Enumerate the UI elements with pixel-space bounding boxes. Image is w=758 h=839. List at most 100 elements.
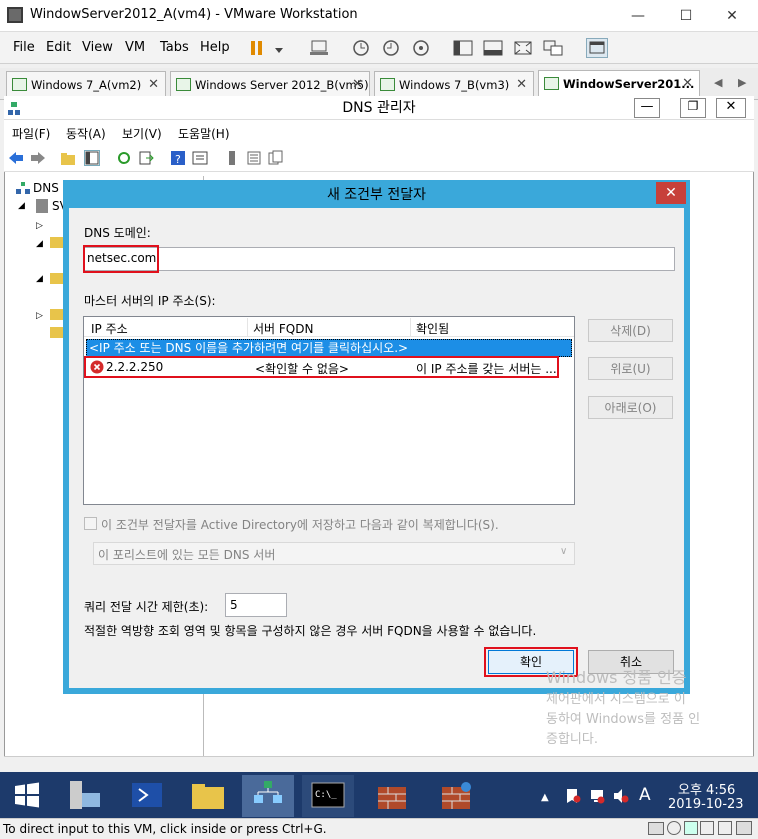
tab-scroll-left-icon[interactable]: ◀	[714, 76, 722, 89]
close-icon[interactable]: ✕	[682, 71, 693, 97]
ime-indicator[interactable]: A	[639, 785, 651, 805]
tab-scroll-right-icon[interactable]: ▶	[738, 76, 746, 89]
copy-icon[interactable]	[268, 150, 284, 166]
usb-icon[interactable]	[700, 821, 714, 835]
dns-menubar	[4, 120, 754, 144]
horizontal-scrollbar[interactable]	[4, 756, 754, 772]
snapshot-manager-icon[interactable]	[410, 38, 432, 58]
row-ip-address[interactable]: 2.2.2.250	[106, 360, 163, 374]
tree-collapse-icon[interactable]: ▷	[36, 221, 43, 231]
file-explorer-icon[interactable]	[182, 775, 234, 817]
row-verified-status: 이 IP 주소를 갖는 서버는 ...	[416, 362, 557, 376]
menu-tabs[interactable]: Tabs	[160, 40, 189, 55]
close-icon[interactable]: ✕	[148, 72, 159, 98]
ad-replication-scope-value: 이 포리스트에 있는 모든 DNS 서버	[98, 548, 276, 562]
tree-expand-icon[interactable]: ◢	[18, 201, 25, 211]
console-view-icon[interactable]	[586, 38, 608, 58]
row-server-fqdn: <확인할 수 없음>	[255, 362, 349, 376]
dns-close-button[interactable]: ✕	[716, 98, 746, 118]
server-manager-icon[interactable]	[58, 775, 110, 817]
vm-tab-label: Windows 7_A(vm2)	[31, 78, 142, 92]
vm-status-bar: To direct input to this VM, click inside…	[0, 818, 758, 839]
dns-menu-action[interactable]: 동작(A)	[66, 125, 106, 142]
revert-snapshot-icon[interactable]	[380, 38, 402, 58]
dialog-close-button[interactable]: ✕	[656, 182, 686, 204]
dns-node-icon	[16, 182, 30, 194]
dns-minimize-button[interactable]: —	[634, 98, 660, 118]
powershell-icon[interactable]	[122, 775, 174, 817]
delete-button[interactable]: 삭제(D)	[588, 319, 673, 342]
column-server-fqdn[interactable]: 서버 FQDN	[253, 320, 313, 337]
back-arrow-icon[interactable]	[8, 150, 24, 166]
snapshot-icon[interactable]	[350, 38, 372, 58]
move-down-button[interactable]: 아래로(O)	[588, 396, 673, 419]
show-tree-icon[interactable]	[84, 150, 100, 166]
refresh-icon[interactable]	[116, 150, 132, 166]
forward-arrow-icon[interactable]	[30, 150, 46, 166]
firewall-advanced-icon[interactable]	[430, 775, 482, 817]
dns-menu-file[interactable]: 파일(F)	[12, 125, 50, 142]
full-screen-icon[interactable]	[512, 38, 534, 58]
tree-expand-icon[interactable]: ◢	[36, 239, 43, 249]
dns-menu-help[interactable]: 도움말(H)	[178, 125, 230, 142]
move-up-button[interactable]: 위로(U)	[588, 357, 673, 380]
tree-root-dns[interactable]: DNS	[33, 181, 59, 195]
menu-file[interactable]: File	[13, 40, 35, 55]
chevron-down-icon[interactable]	[274, 44, 284, 53]
windows-start-icon[interactable]	[14, 782, 40, 808]
tree-expand-icon[interactable]: ◢	[36, 274, 43, 284]
column-verified[interactable]: 확인됨	[416, 320, 449, 337]
thumbnail-bar-icon[interactable]	[482, 38, 504, 58]
dns-domain-field[interactable]	[83, 247, 675, 271]
vm-icon	[544, 77, 559, 90]
unity-icon[interactable]	[542, 38, 564, 58]
show-library-icon[interactable]	[452, 38, 474, 58]
vm-tab-windows7-a[interactable]: Windows 7_A(vm2) ✕	[6, 71, 166, 99]
menu-vm[interactable]: VM	[125, 40, 145, 55]
firewall-icon[interactable]	[366, 775, 418, 817]
dns-restore-button[interactable]: ❐	[680, 98, 706, 118]
dns-manager-taskbar-icon[interactable]	[242, 775, 294, 817]
close-icon[interactable]: ✕	[352, 72, 363, 98]
close-icon[interactable]: ✕	[516, 72, 527, 98]
maximize-button[interactable]: ☐	[666, 4, 706, 28]
export-icon[interactable]	[138, 150, 154, 166]
command-prompt-icon[interactable]: C:\_	[302, 775, 354, 817]
clock-time[interactable]: 오후 4:56	[678, 779, 735, 798]
menu-edit[interactable]: Edit	[46, 40, 71, 55]
network-adapter-icon[interactable]	[684, 821, 698, 835]
vm-tab-server2012-b[interactable]: Windows Server 2012_B(vm5) ✕	[170, 71, 370, 99]
menu-view[interactable]: View	[82, 40, 113, 55]
minimize-button[interactable]: —	[618, 4, 658, 28]
server-icon[interactable]	[224, 150, 240, 166]
cd-dvd-icon[interactable]	[667, 821, 681, 835]
help-icon[interactable]: ?	[170, 150, 186, 166]
close-button[interactable]: ✕	[712, 4, 752, 28]
pause-icon[interactable]	[250, 40, 264, 56]
tree-collapse-icon[interactable]: ▷	[36, 311, 43, 321]
volume-icon[interactable]	[613, 788, 629, 804]
folder-up-icon[interactable]	[60, 150, 76, 166]
vm-tab-windows7-b[interactable]: Windows 7_B(vm3) ✕	[374, 71, 534, 99]
network-icon[interactable]	[589, 788, 605, 804]
vm-tab-label: Windows Server 2012_B(vm5)	[195, 78, 369, 92]
menu-help[interactable]: Help	[200, 40, 230, 55]
dns-menu-view[interactable]: 보기(V)	[122, 125, 162, 142]
sound-card-icon[interactable]	[718, 821, 732, 835]
list-icon[interactable]	[246, 150, 262, 166]
add-ip-hint-row[interactable]: <IP 주소 또는 DNS 이름을 추가하려면 여기를 클릭하십시오.>	[86, 339, 572, 357]
clock-date[interactable]: 2019-10-23	[668, 797, 744, 812]
chevron-down-icon[interactable]: ∨	[560, 546, 567, 557]
display-icon[interactable]	[736, 821, 752, 835]
column-ip-address[interactable]: IP 주소	[91, 320, 128, 337]
folder-icon	[50, 309, 64, 320]
ad-store-checkbox[interactable]	[84, 517, 97, 530]
activation-watermark-title: Windows 정품 인증	[546, 668, 687, 687]
timeout-label: 쿼리 전달 시간 제한(초):	[84, 600, 209, 614]
action-center-icon[interactable]	[565, 788, 581, 804]
send-ctrl-alt-del-icon[interactable]	[308, 38, 330, 58]
properties-icon[interactable]	[192, 150, 208, 166]
vm-icon	[380, 78, 395, 91]
tray-expand-icon[interactable]: ▲	[541, 792, 549, 803]
hard-disk-icon[interactable]	[648, 822, 664, 835]
